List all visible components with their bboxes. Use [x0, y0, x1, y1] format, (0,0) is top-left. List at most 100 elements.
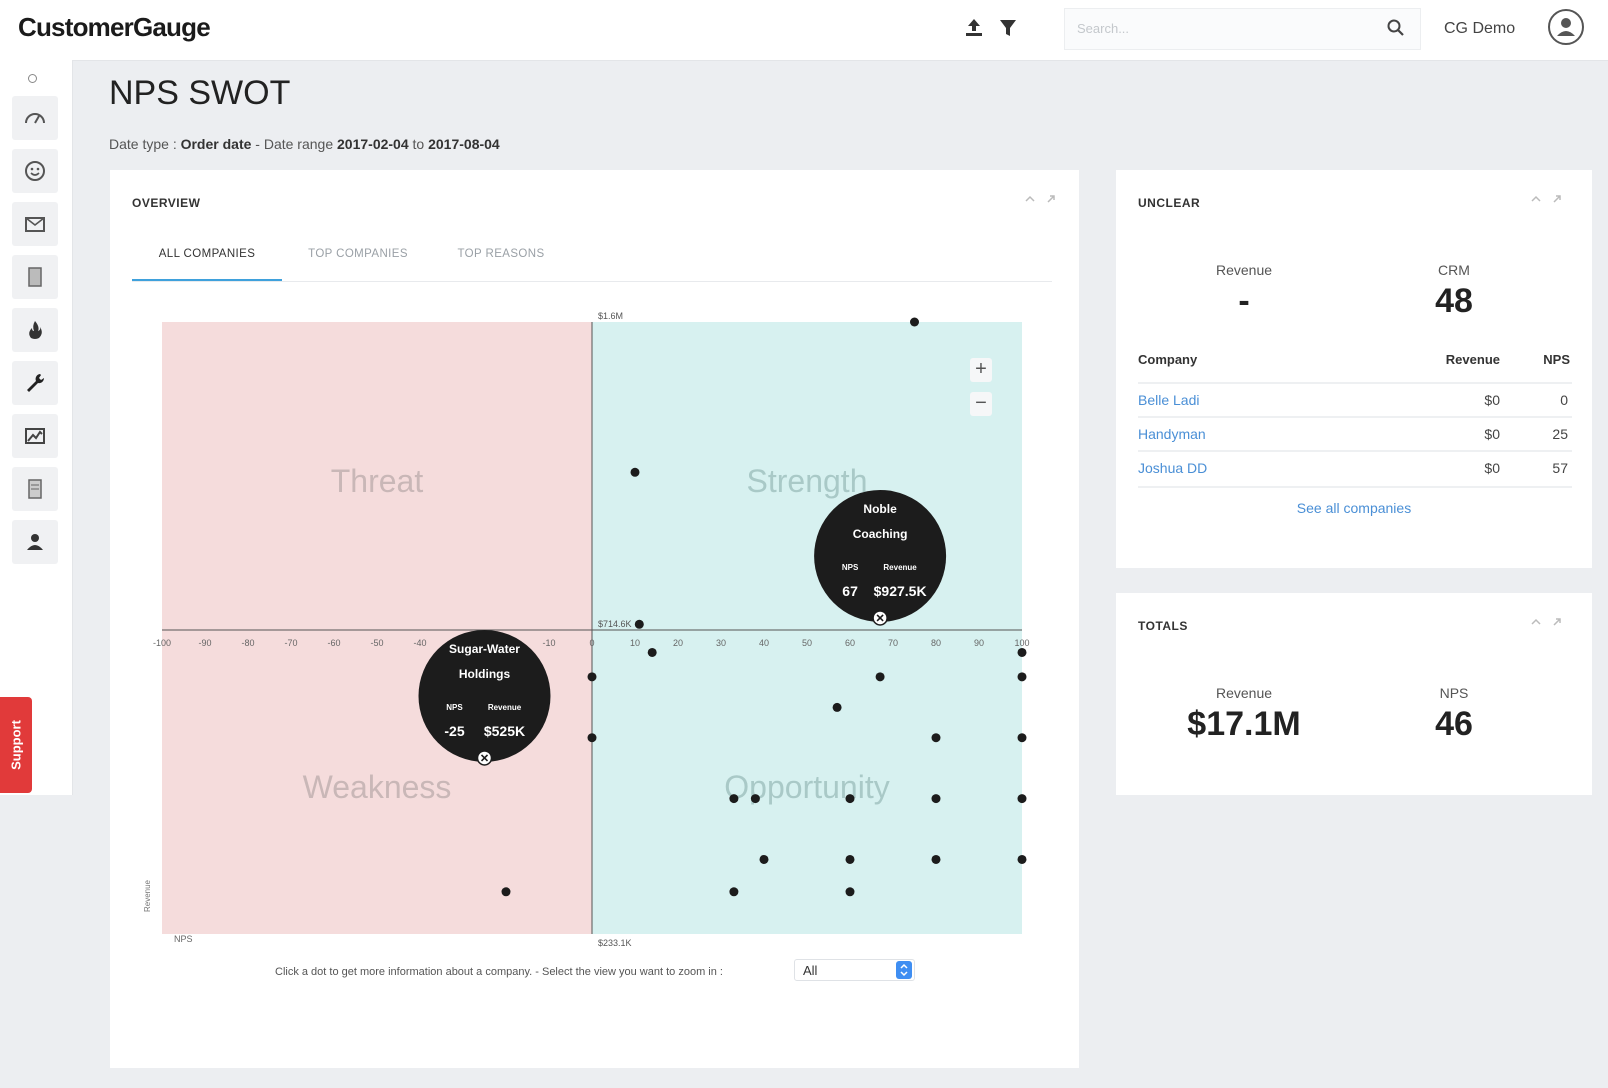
data-point [1017, 733, 1027, 743]
company-link[interactable]: Belle Ladi [1138, 392, 1200, 408]
data-point [1017, 672, 1027, 682]
x-tick-label: -80 [241, 638, 254, 648]
mail-icon [25, 217, 45, 232]
x-tick-label: 20 [673, 638, 683, 648]
logo[interactable]: CustomerGauge [18, 12, 211, 43]
x-tick-label: -10 [542, 638, 555, 648]
totals-panel: TOTALS Revenue $17.1M NPS 46 [1116, 593, 1592, 795]
totals-title: TOTALS [1138, 619, 1188, 633]
wrench-icon [27, 374, 45, 392]
tooltip-company-name: Coaching [853, 527, 908, 541]
company-revenue: $0 [1484, 392, 1500, 408]
upload-icon[interactable] [962, 16, 986, 40]
panel-collapse-expand-icon[interactable] [1526, 192, 1566, 206]
tooltip-revenue-value: $927.5K [874, 583, 927, 599]
search-box [1064, 8, 1421, 50]
unclear-crm-label: CRM [1438, 262, 1470, 278]
sidebar-item-mail[interactable] [12, 202, 58, 246]
y-tick-label: $1.6M [598, 311, 623, 321]
overview-panel: OVERVIEW ALL COMPANIES TOP COMPANIES TOP… [110, 170, 1079, 1068]
panel-collapse-expand-icon[interactable] [1526, 615, 1566, 629]
company-link[interactable]: Handyman [1138, 426, 1206, 442]
zoom-select-value: All [803, 963, 818, 978]
date-from: 2017-02-04 [337, 136, 409, 152]
data-point [845, 854, 855, 864]
user-name[interactable]: CG Demo [1444, 20, 1515, 38]
totals-nps-label: NPS [1439, 685, 1469, 701]
support-label: Support [8, 720, 24, 770]
sidebar-item-documents[interactable] [12, 467, 58, 511]
sidebar-collapse-icon[interactable] [28, 74, 37, 83]
tooltip-nps-value: -25 [444, 723, 464, 739]
user-avatar-icon[interactable] [1547, 8, 1585, 46]
data-point [931, 733, 941, 743]
data-point [729, 794, 739, 804]
y-tick-label: $714.6K [598, 619, 632, 629]
sidebar-item-analytics[interactable] [12, 414, 58, 458]
company-link[interactable]: Joshua DD [1138, 460, 1207, 476]
x-tick-label: -70 [284, 638, 297, 648]
data-point [931, 854, 941, 864]
data-point [832, 702, 842, 712]
search-input[interactable] [1065, 9, 1379, 47]
document-icon [28, 267, 42, 287]
user-icon [27, 534, 43, 550]
tooltip-nps-value: 67 [842, 583, 858, 599]
quadrant-label-strength: Strength [747, 463, 868, 499]
totals-nps-value: 46 [1435, 705, 1473, 743]
date-type-value: Order date [180, 136, 252, 152]
tooltip-revenue-label: Revenue [883, 563, 917, 572]
sidebar-item-actions[interactable] [12, 308, 58, 352]
zoom-in-button[interactable]: + [970, 358, 992, 382]
y-axis-label: Revenue [143, 879, 152, 912]
image-chart-icon [25, 428, 45, 444]
smiley-icon [25, 161, 45, 181]
data-point [875, 672, 885, 682]
sidebar-item-users[interactable] [12, 520, 58, 564]
data-point [729, 887, 739, 897]
clipboard-icon [28, 479, 42, 499]
x-tick-label: 40 [759, 638, 769, 648]
support-tab[interactable]: Support [0, 697, 32, 793]
date-range-label: - Date range [255, 136, 334, 152]
strength-quadrant [592, 322, 1022, 934]
search-icon[interactable] [1386, 18, 1406, 38]
zoom-out-button[interactable]: − [970, 392, 992, 416]
quadrant-label-opportunity: Opportunity [724, 769, 889, 805]
quadrant-label-weakness: Weakness [303, 769, 452, 805]
top-bar: CustomerGauge CG Demo [0, 0, 1608, 61]
sidebar-item-dashboard[interactable] [12, 96, 58, 140]
unclear-title: UNCLEAR [1138, 196, 1201, 210]
data-point [759, 854, 769, 864]
unclear-revenue-value: - [1238, 282, 1250, 320]
filter-icon[interactable] [996, 16, 1020, 40]
sidebar-item-settings[interactable] [12, 361, 58, 405]
y-min-label: $233.1K [598, 938, 632, 948]
col-nps: NPS [1543, 352, 1570, 367]
data-point [910, 317, 919, 327]
x-tick-label: -50 [370, 638, 383, 648]
x-tick-label: 100 [1014, 638, 1029, 648]
sidebar-item-feedback[interactable] [12, 149, 58, 193]
company-nps: 0 [1560, 392, 1568, 408]
zoom-select[interactable]: All [794, 959, 915, 981]
x-tick-label: -60 [327, 638, 340, 648]
gauge-icon [25, 113, 45, 124]
sidebar-item-reports[interactable] [12, 255, 58, 299]
date-to-label: to [412, 136, 425, 152]
x-tick-label: 50 [802, 638, 812, 648]
date-info: Date type : Order date - Date range 2017… [109, 136, 500, 152]
sidebar [0, 60, 73, 795]
tooltip-company-name: Holdings [459, 667, 511, 681]
flame-icon [29, 321, 42, 339]
see-all-companies-link[interactable]: See all companies [1116, 500, 1592, 516]
tooltip-company-name: Noble [863, 502, 897, 516]
x-tick-label: 90 [974, 638, 984, 648]
tooltip-nps-label: NPS [446, 703, 463, 712]
data-point [1017, 794, 1027, 804]
table-row: Handyman $0 25 [1138, 416, 1572, 452]
date-type-label: Date type : [109, 136, 177, 152]
data-point [1017, 854, 1027, 864]
company-nps: 57 [1552, 460, 1568, 476]
unclear-panel: UNCLEAR Revenue - CRM 48 Company Revenue… [1116, 170, 1592, 568]
